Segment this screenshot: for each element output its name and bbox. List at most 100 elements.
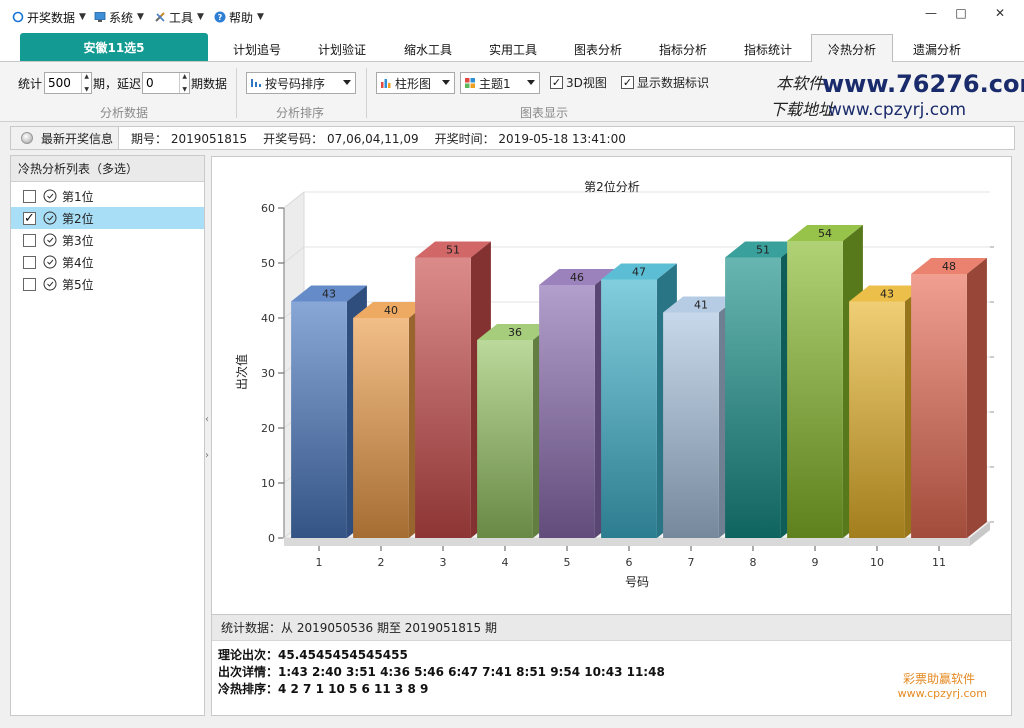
data-label: 41 [694, 299, 708, 312]
watermark-text-2: 下载地址 [770, 100, 835, 119]
stats-detail: 出次详情：1:43 2:40 3:51 4:36 5:46 6:47 7:41 … [218, 665, 665, 679]
minimize-button[interactable]: — [916, 2, 946, 24]
y-tick-label: 60 [261, 202, 275, 215]
group-label-analysis-sort: 分析排序 [276, 106, 325, 120]
group-label-chart-display: 图表显示 [520, 106, 569, 120]
tab-utility-tools[interactable]: 实用工具 [471, 37, 555, 62]
spinner-arrows[interactable]: ▲ ▼ [179, 73, 189, 93]
x-tick-label: 9 [812, 556, 819, 569]
menu-help[interactable]: ? 帮助 ▼ [214, 8, 264, 26]
svg-text:?: ? [218, 13, 223, 22]
x-tick-label: 2 [378, 556, 385, 569]
chevron-left-icon[interactable]: ‹ [203, 411, 211, 427]
tab-plan-track[interactable]: 计划追号 [216, 37, 298, 62]
y-tick-label: 0 [268, 532, 275, 545]
group-label-analysis-data: 分析数据 [100, 106, 149, 120]
data-label: 47 [632, 266, 646, 279]
list-item[interactable]: 第5位 [11, 273, 204, 295]
x-tick-label: 4 [502, 556, 509, 569]
periods-spinner[interactable]: ▲▼ [44, 72, 92, 94]
menu-system[interactable]: 系统 ▼ [94, 8, 144, 26]
arrow-up-icon[interactable]: ▲ [84, 73, 89, 80]
footer-logo: 彩票助赢软件 [902, 672, 975, 686]
tab-plan-verify[interactable]: 计划验证 [300, 37, 384, 62]
delay-input[interactable] [143, 74, 180, 92]
sort-select[interactable]: 按号码排序 [246, 72, 356, 94]
bar [663, 312, 719, 538]
bar-side [966, 258, 987, 538]
tab-brand[interactable]: 安徽11选5 [20, 33, 208, 61]
data-label: 48 [942, 260, 956, 273]
bar [539, 285, 595, 538]
tab-shrink-tools[interactable]: 缩水工具 [386, 37, 470, 62]
arrow-down-icon[interactable]: ▼ [182, 86, 187, 93]
view3d-checkbox[interactable]: ✓ 3D视图 [550, 74, 607, 91]
list-item[interactable]: 第1位 [11, 185, 204, 207]
arrow-down-icon[interactable]: ▼ [84, 86, 89, 93]
chart-panel: 0 10 20 30 40 50 60 43 1 40 2 51 3 36 4 46 5 47 6 41 7 51 8 54 9… [211, 156, 1012, 614]
divider [366, 68, 367, 118]
menu-system-label: 系统 [109, 10, 134, 25]
chevron-down-icon [527, 80, 535, 85]
chart-type-select[interactable]: 柱形图 [376, 72, 455, 94]
menu-tools[interactable]: 工具 ▼ [154, 8, 204, 26]
data-label: 54 [818, 227, 832, 240]
panel-splitter[interactable]: ‹ › [203, 155, 211, 716]
draw-time: 开奖时间： 2019-05-18 13:41:00 [434, 131, 626, 146]
checkbox-box[interactable]: ✓ [23, 211, 36, 226]
list-item[interactable]: 第4位 [11, 251, 204, 273]
maximize-button[interactable]: □ [946, 2, 976, 24]
x-tick-label: 8 [750, 556, 757, 569]
theme-icon [465, 78, 475, 88]
bar [477, 340, 533, 538]
arrow-up-icon[interactable]: ▲ [182, 73, 187, 80]
bar [849, 301, 905, 538]
checkbox-box[interactable] [23, 277, 36, 291]
theme-select[interactable]: 主题1 [460, 72, 540, 94]
tab-hot-cold-analysis[interactable]: 冷热分析 [811, 34, 893, 63]
bar [725, 257, 781, 538]
tab-index-stats[interactable]: 指标统计 [726, 37, 810, 62]
tab-chart-analysis[interactable]: 图表分析 [556, 37, 640, 62]
checkbox-box[interactable] [23, 189, 36, 203]
x-tick-label: 1 [316, 556, 323, 569]
x-tick-label: 7 [688, 556, 695, 569]
watermark-url-big: www.76276.com [822, 70, 1024, 98]
close-icon: ✕ [994, 6, 1006, 20]
checkbox-box[interactable] [23, 255, 36, 269]
stats-header: 统计数据：从 2019050536 期至 2019051815 期 [212, 615, 1011, 641]
help-icon: ? [214, 11, 226, 23]
close-button[interactable]: ✕ [978, 2, 1022, 24]
list-item[interactable]: 第3位 [11, 229, 204, 251]
y-tick-label: 30 [261, 367, 275, 380]
checkbox-box[interactable]: ✓ [621, 76, 634, 89]
list-item-label: 第4位 [62, 255, 94, 270]
stats-theory: 理论出次：45.4545454545455 [218, 648, 408, 662]
list-item[interactable]: ✓ 第2位 [11, 207, 204, 229]
list-item-label: 第1位 [62, 189, 94, 204]
chevron-right-icon[interactable]: › [203, 447, 211, 463]
checkbox-box[interactable]: ✓ [550, 76, 563, 89]
minimize-icon: — [925, 6, 937, 20]
x-tick-label: 6 [626, 556, 633, 569]
delay-spinner[interactable]: ▲▼ [142, 72, 190, 94]
data-label: 46 [570, 271, 584, 284]
spinner-arrows[interactable]: ▲ ▼ [81, 73, 91, 93]
latest-draw-button[interactable]: 最新开奖信息 [11, 127, 119, 149]
show-labels-label: 显示数据标识 [637, 76, 710, 90]
data-label: 43 [880, 288, 894, 301]
tab-omission-analysis[interactable]: 遗漏分析 [895, 37, 979, 62]
tab-index-analysis[interactable]: 指标分析 [641, 37, 725, 62]
bar-chart: 0 10 20 30 40 50 60 43 1 40 2 51 3 36 4 46 5 47 6 41 7 51 8 54 9… [234, 179, 994, 589]
y-tick-label: 40 [261, 312, 275, 325]
floor-edge [284, 538, 970, 546]
latest-draw-button-label: 最新开奖信息 [41, 131, 114, 146]
checkbox-box[interactable] [23, 233, 36, 247]
chevron-down-icon: ▼ [79, 12, 86, 22]
periods-input[interactable] [45, 74, 82, 92]
show-labels-checkbox[interactable]: ✓ 显示数据标识 [621, 74, 709, 91]
menu-lottery-data[interactable]: 开奖数据 ▼ [12, 8, 86, 26]
y-axis-title: 出次值 [234, 354, 249, 390]
bar [911, 274, 967, 538]
y-tick-label: 10 [261, 477, 275, 490]
